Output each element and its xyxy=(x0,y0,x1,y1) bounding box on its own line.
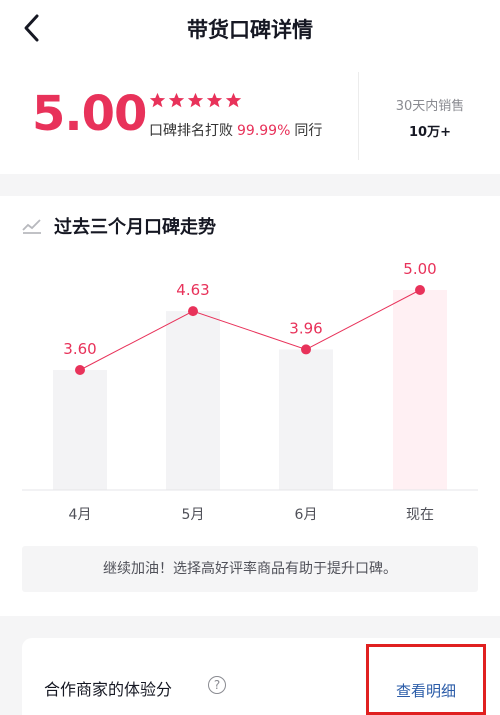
partner-score-title: 合作商家的体验分 xyxy=(44,680,173,699)
top-bar: 带货口碑详情 xyxy=(0,0,500,58)
chart-bar xyxy=(166,311,220,490)
trend-section: 3.60 4月 4.63 5月 3.96 6月 5.00 现在 过去三个月口碑走势 继续加油！… xyxy=(0,196,500,616)
chart-data-label: 3.60 xyxy=(63,340,96,358)
chart-series-line xyxy=(79,289,421,371)
star-icon xyxy=(187,92,204,108)
chart-bar xyxy=(393,290,447,490)
star-icon xyxy=(206,92,223,108)
chart-bar xyxy=(53,370,107,490)
chart-point xyxy=(188,306,198,317)
trend-line-icon xyxy=(22,219,41,234)
view-details-link[interactable]: 查看明细 xyxy=(366,644,486,715)
rank-suffix: 同行 xyxy=(294,123,323,139)
rank-percent: 99.99% xyxy=(237,123,291,139)
divider xyxy=(358,72,359,160)
trend-chart: 3.60 4月 4.63 5月 3.96 6月 5.00 现在 xyxy=(22,260,478,523)
chart-x-tick-label: 6月 xyxy=(295,507,318,523)
sales-label: 30天内销售 xyxy=(395,99,465,114)
rank-prefix: 口碑排名打败 xyxy=(149,123,233,139)
help-icon[interactable]: ? xyxy=(208,676,226,694)
score-value: 5.00 xyxy=(32,86,147,142)
trend-title: 过去三个月口碑走势 xyxy=(54,217,216,238)
partner-experience-card: 合作商家的体验分 ? 查看明细 xyxy=(22,638,500,715)
page-title: 带货口碑详情 xyxy=(187,18,313,42)
sales-value: 10万+ xyxy=(409,125,451,140)
chart-data-label: 3.96 xyxy=(289,319,322,337)
chart-point xyxy=(415,285,425,295)
star-icon xyxy=(225,92,242,108)
chart-x-tick-label: 现在 xyxy=(406,507,434,523)
star-icon xyxy=(149,92,166,108)
chart-point xyxy=(75,365,85,375)
rating-stars xyxy=(149,92,242,109)
chart-x-tick-label: 5月 xyxy=(182,507,205,523)
chart-data-label: 5.00 xyxy=(403,260,436,278)
chart-x-tick-label: 4月 xyxy=(69,507,92,523)
rank-text: 口碑排名打败 99.99% 同行 xyxy=(149,120,322,140)
score-summary: 5.00 口碑排名打败 99.99% 同行 30天内销售 10万+ xyxy=(0,58,500,174)
chart-bar xyxy=(279,349,333,490)
tip-banner: 继续加油！选择高好评率商品有助于提升口碑。 xyxy=(22,546,478,592)
star-icon xyxy=(168,92,185,108)
chart-point xyxy=(301,344,311,355)
chart-data-label: 4.63 xyxy=(176,281,209,299)
